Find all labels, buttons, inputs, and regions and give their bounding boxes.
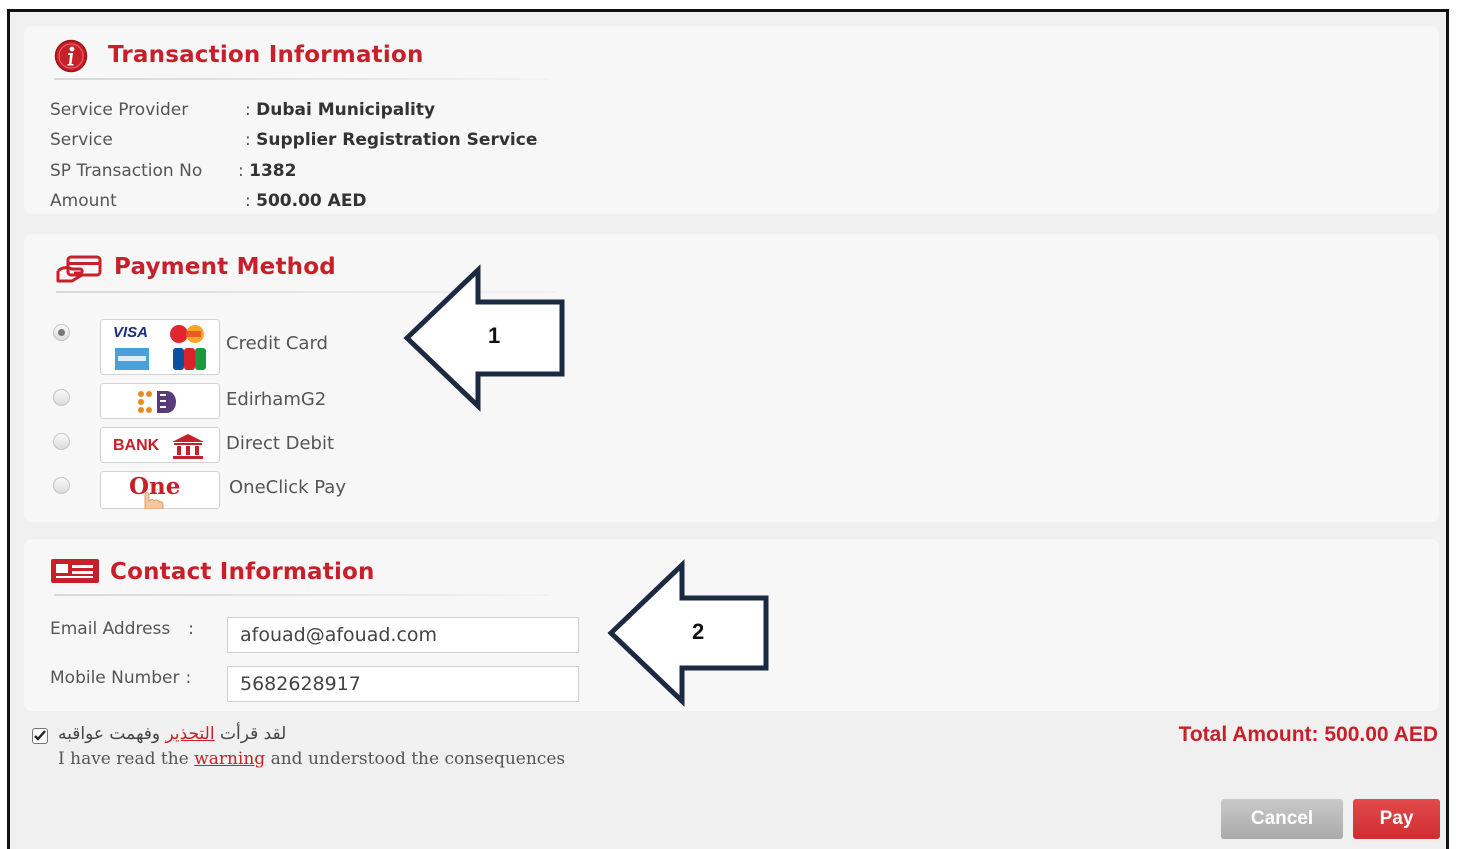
contact-divider xyxy=(54,594,549,596)
agreement-checkbox[interactable] xyxy=(32,728,48,744)
agreement-arabic: لقد قرأت التحذير وفهمت عواقبه xyxy=(58,724,287,744)
row-value: : 1382 xyxy=(238,161,297,181)
edirham-icon xyxy=(135,389,187,419)
email-field[interactable]: afouad@afouad.com xyxy=(227,617,579,653)
bank-logo[interactable]: BANK xyxy=(100,427,220,463)
row-sp-transaction: SP Transaction No : 1382 xyxy=(50,161,296,181)
payment-page: Transaction Information Service Provider… xyxy=(7,9,1449,849)
payment-title: Payment Method xyxy=(114,254,336,280)
annotation-arrow-2 xyxy=(607,559,769,707)
oneclick-radio[interactable] xyxy=(53,477,70,494)
transaction-divider xyxy=(54,78,549,80)
arabic-warning-link[interactable]: التحذير xyxy=(166,724,215,744)
oneclick-label[interactable]: OneClick Pay xyxy=(229,477,346,498)
total-amount: Total Amount: 500.00 AED xyxy=(1178,723,1438,746)
edirham-logo[interactable] xyxy=(100,383,220,419)
visa-icon: VISA xyxy=(113,324,149,341)
payment-card-icon xyxy=(56,255,104,289)
email-label: Email Address: xyxy=(50,619,195,639)
direct-debit-radio[interactable] xyxy=(53,433,70,450)
check-icon xyxy=(34,730,46,741)
row-value: : Dubai Municipality xyxy=(245,100,436,120)
contact-card-icon xyxy=(51,559,99,587)
mobile-field[interactable]: 5682628917 xyxy=(227,666,579,702)
edirham-radio[interactable] xyxy=(53,389,70,406)
pay-button[interactable]: Pay xyxy=(1353,799,1440,839)
credit-card-label[interactable]: Credit Card xyxy=(226,333,328,354)
mastercard-icon xyxy=(165,324,211,348)
agreement-english: I have read the warning and understood t… xyxy=(58,749,566,769)
cancel-button[interactable]: Cancel xyxy=(1221,799,1343,839)
transaction-title: Transaction Information xyxy=(108,42,424,68)
annotation-number-2: 2 xyxy=(692,619,705,644)
info-icon xyxy=(54,39,88,77)
row-amount: Amount : 500.00 AED xyxy=(50,191,367,211)
amex-icon xyxy=(115,348,149,374)
row-value: : 500.00 AED xyxy=(245,191,367,211)
warning-link[interactable]: warning xyxy=(194,749,265,769)
payment-method-panel: Payment Method VISA Credit Card EdirhamG… xyxy=(24,234,1439,522)
annotation-number-1: 1 xyxy=(488,323,501,348)
row-label: Service xyxy=(50,130,113,150)
hand-pointer-icon xyxy=(139,489,165,513)
row-service: Service : Supplier Registration Service xyxy=(50,130,537,150)
row-label: Service Provider xyxy=(50,100,189,120)
jcb-icon xyxy=(173,348,207,374)
row-label: Amount xyxy=(50,191,117,211)
row-label: SP Transaction No xyxy=(50,161,203,181)
mobile-label: Mobile Number: xyxy=(50,668,192,688)
oneclick-logo[interactable]: One xyxy=(100,471,220,510)
row-value: : Supplier Registration Service xyxy=(245,130,538,150)
bank-icon xyxy=(171,433,205,463)
annotation-arrow-1 xyxy=(403,264,565,412)
contact-title: Contact Information xyxy=(110,559,375,585)
row-service-provider: Service Provider : Dubai Municipality xyxy=(50,100,435,120)
transaction-panel: Transaction Information Service Provider… xyxy=(24,26,1439,214)
credit-card-logo[interactable]: VISA xyxy=(100,319,220,375)
edirham-label[interactable]: EdirhamG2 xyxy=(226,389,326,410)
credit-card-radio[interactable] xyxy=(53,324,70,341)
direct-debit-label[interactable]: Direct Debit xyxy=(226,433,334,454)
bank-logo-text: BANK xyxy=(113,437,160,454)
